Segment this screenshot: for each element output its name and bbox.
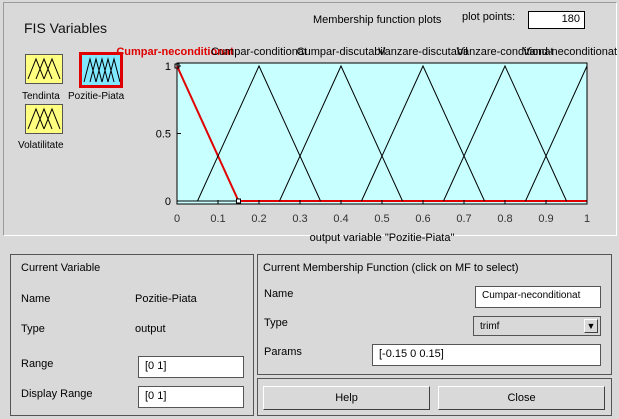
x-tick-label: 0.1 [210,213,225,225]
current-mf-heading: Current Membership Function (click on MF… [263,262,519,274]
mf-label-2[interactable]: Cumpar-conditionat [211,46,307,58]
range-label: Range [21,358,54,370]
mf-params-input[interactable]: [-0.15 0 0.15] [372,344,601,366]
variable-type-value: output [135,323,166,335]
plot-background [176,62,588,205]
x-axis-label: output variable "Pozitie-Piata" [310,232,455,244]
range-input[interactable]: [0 1] [138,356,244,378]
mf-type-label: Type [264,317,288,329]
x-tick-label: 0.6 [415,213,430,225]
y-tick-label: 1 [165,61,171,73]
y-tick-label: 0.5 [156,129,171,141]
help-button[interactable]: Help [263,386,430,410]
x-tick-label: 0.3 [292,213,307,225]
variable-name-value: Pozitie-Piata [135,293,197,305]
x-tick-label: 0.9 [538,213,553,225]
y-tick-label: 0 [165,196,171,208]
x-tick-label: 0 [174,213,180,225]
mf-params-label: Params [264,346,302,358]
mf-handle[interactable] [236,198,241,204]
mf-label-3[interactable]: Cumpar-discutabil [297,46,386,58]
variable-name-label: Name [21,293,51,305]
chevron-down-icon[interactable]: ▼ [584,319,598,333]
x-tick-label: 0.8 [497,213,512,225]
mf-label-4[interactable]: Vanzare-discutabil [378,46,468,58]
x-tick-label: 0.5 [374,213,389,225]
display-range-input[interactable]: [0 1] [138,386,244,408]
display-range-label: Display Range [21,388,93,400]
mf-label-6[interactable]: Vand-neconditionat [523,46,617,58]
x-tick-label: 1 [584,213,590,225]
mf-type-value: trimf [480,321,500,332]
x-tick-label: 0.7 [456,213,471,225]
current-variable-heading: Current Variable [21,262,101,274]
mf-name-label: Name [264,288,294,300]
x-tick-label: 0.4 [333,213,348,225]
close-button[interactable]: Close [438,386,605,410]
mf-name-input[interactable]: Cumpar-neconditionat [475,286,601,308]
membership-function-plot[interactable]: 0 0.5 1 0 0.1 0.2 0.3 0.4 0.5 0.6 0.7 0.8 0.9 1 Cump… [0,0,619,250]
x-tick-label: 0.2 [251,213,266,225]
mf-type-select[interactable]: trimf ▼ [473,316,601,336]
variable-type-label: Type [21,323,45,335]
